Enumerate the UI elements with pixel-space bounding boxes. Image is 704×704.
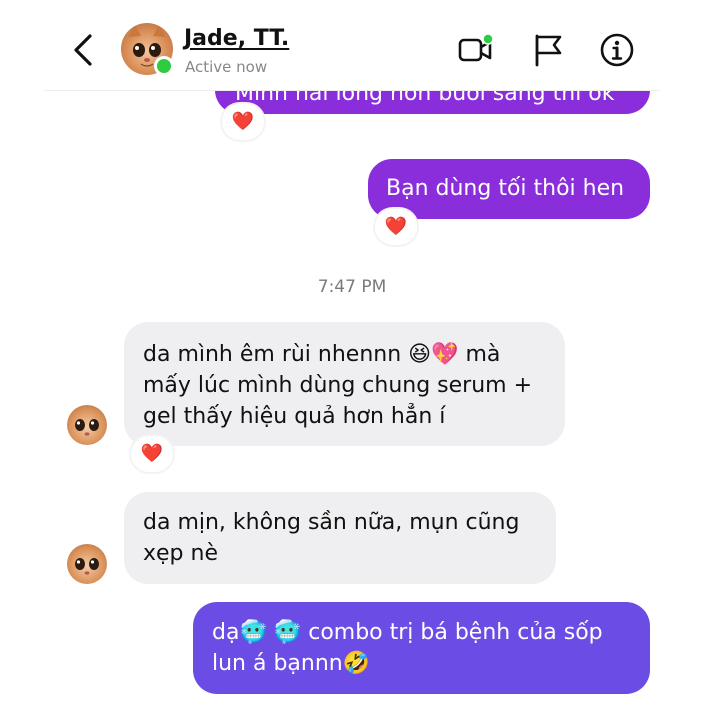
message-text: Bạn dùng tối thôi hen — [386, 176, 625, 201]
heart-reaction[interactable]: ❤️ — [131, 436, 173, 472]
report-button[interactable] — [530, 31, 568, 69]
back-arrow-icon — [74, 34, 92, 66]
message-line: xẹp nè — [143, 541, 218, 566]
message-line: da mịn, không sần nữa, mụn cũng — [143, 510, 520, 535]
chat-header: Jade, TT. Active now — [0, 0, 704, 90]
contact-name[interactable]: Jade, TT. — [184, 26, 289, 51]
heart-reaction-icon: ❤️ — [384, 216, 408, 237]
incoming-message[interactable]: da mịn, không sần nữa, mụn cũng xẹp nè — [124, 492, 556, 584]
message-line: lun á bạnnn🤣 — [212, 651, 371, 676]
incoming-message[interactable]: da mình êm rùi nhennn 😆💖 mà mấy lúc mình… — [124, 322, 565, 446]
timestamp-divider: 7:47 PM — [317, 277, 387, 297]
video-call-button[interactable] — [457, 31, 495, 69]
message-line: gel thấy hiệu quả hơn hẳn í — [143, 404, 446, 429]
active-status: Active now — [185, 58, 268, 76]
info-button[interactable] — [598, 31, 636, 69]
heart-reaction-icon: ❤️ — [140, 443, 164, 464]
outgoing-message[interactable]: Bạn dùng tối thôi hen — [368, 159, 650, 219]
cat-face-icon — [75, 558, 99, 575]
header-divider — [44, 90, 660, 91]
video-call-icon — [458, 33, 494, 62]
flag-icon — [535, 34, 562, 67]
back-button[interactable] — [70, 32, 98, 68]
outgoing-message[interactable]: dạ🥶 🥶 combo trị bá bệnh của sốp lun á bạ… — [193, 602, 650, 694]
heart-reaction[interactable]: ❤️ — [375, 209, 417, 245]
message-line: mấy lúc mình dùng chung serum + — [143, 373, 533, 398]
sender-avatar[interactable] — [67, 405, 107, 445]
message-line: dạ🥶 🥶 combo trị bá bệnh của sốp — [212, 620, 603, 645]
info-icon — [600, 33, 634, 67]
heart-reaction-icon: ❤️ — [231, 111, 255, 132]
contact-avatar[interactable] — [121, 23, 174, 76]
sender-avatar[interactable] — [67, 544, 107, 584]
cat-face-icon — [75, 419, 99, 436]
heart-reaction[interactable]: ❤️ — [222, 104, 264, 140]
message-line: da mình êm rùi nhennn 😆💖 mà — [143, 342, 501, 367]
online-status-dot — [154, 56, 174, 76]
